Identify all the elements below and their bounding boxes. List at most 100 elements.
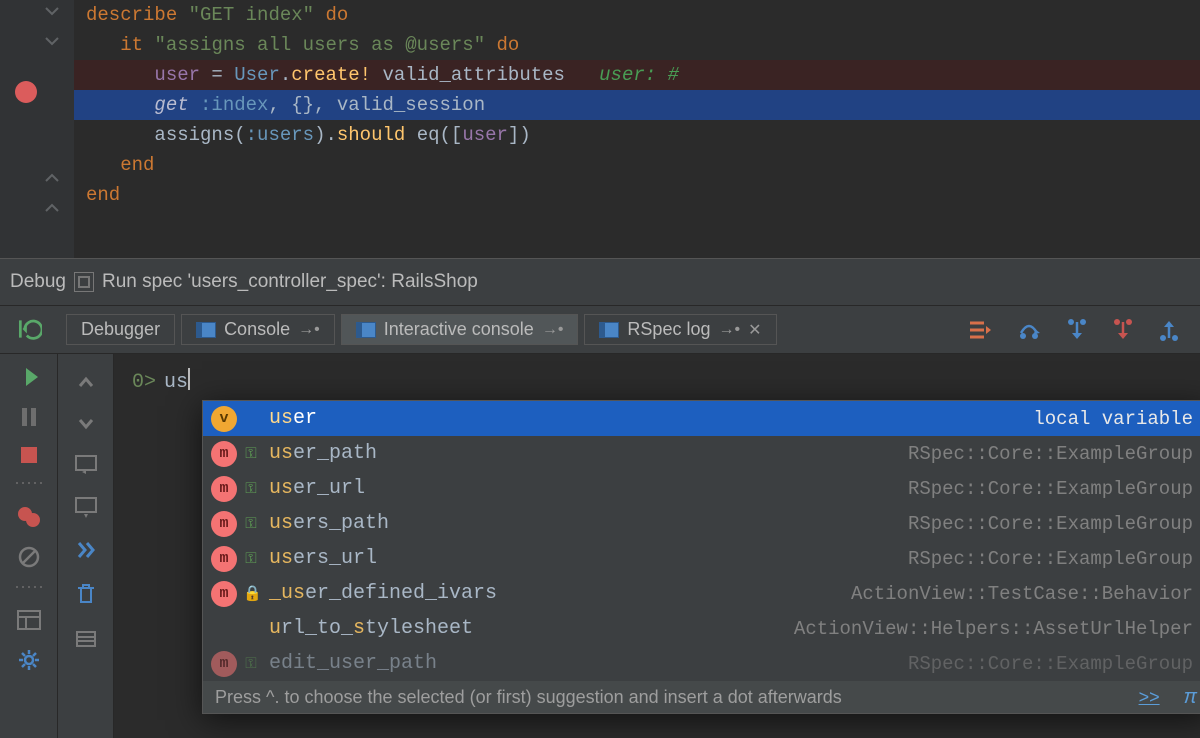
breakpoint-icon[interactable] <box>15 81 37 103</box>
history-down-icon[interactable] <box>77 414 95 432</box>
separator-icon <box>9 482 49 488</box>
scroll-to-end-icon[interactable] <box>74 496 98 518</box>
run-config-icon[interactable] <box>74 272 94 292</box>
completion-name: edit_user_path <box>269 652 908 675</box>
visibility-icon: ⚿ <box>243 515 259 533</box>
hint-text: Press ^. to choose the selected (or firs… <box>215 687 842 708</box>
code-line[interactable]: user = User.create! valid_attributes use… <box>74 60 1200 90</box>
completion-item[interactable]: m ⚿ users_pathRSpec::Core::ExampleGroup <box>203 506 1200 541</box>
execute-icon[interactable] <box>76 540 96 560</box>
step-over-icon[interactable] <box>1016 319 1042 341</box>
separator-icon <box>9 586 49 592</box>
fold-up-icon[interactable] <box>44 170 60 186</box>
completion-name: _user_defined_ivars <box>269 582 851 605</box>
interactive-console[interactable]: 0> us vuserlocal variablem⚿user_pathRSpe… <box>114 354 1200 738</box>
completion-item[interactable]: m⚿user_urlRSpec::Core::ExampleGroup <box>203 471 1200 506</box>
tab-icon <box>599 322 619 338</box>
pin-icon[interactable]: →• <box>542 321 564 339</box>
code-area[interactable]: describe "GET index" do it "assigns all … <box>74 0 1200 258</box>
completion-hint: RSpec::Core::ExampleGroup <box>908 653 1193 675</box>
browse-history-icon[interactable] <box>75 628 97 648</box>
completion-popup[interactable]: vuserlocal variablem⚿user_pathRSpec::Cor… <box>202 400 1200 714</box>
tab-label: Debugger <box>81 319 160 340</box>
stop-icon[interactable] <box>20 446 38 464</box>
method-kind-icon: m <box>211 581 237 607</box>
tab-console[interactable]: Console →• <box>181 314 335 345</box>
completion-hint: RSpec::Core::ExampleGroup <box>908 478 1193 500</box>
completion-item[interactable]: m🔒_user_defined_ivarsActionView::TestCas… <box>203 576 1200 611</box>
visibility-icon: ⚿ <box>243 445 259 463</box>
close-icon[interactable]: ✕ <box>748 320 761 340</box>
history-up-icon[interactable] <box>77 374 95 392</box>
pin-icon[interactable]: →• <box>718 321 740 339</box>
method-kind-icon: m <box>211 441 237 467</box>
method-kind-icon: m <box>211 476 237 502</box>
completion-hint: ActionView::Helpers::AssetUrlHelper <box>794 618 1193 640</box>
tool-window-header: DebuggerConsole→•Interactive console→•RS… <box>0 306 1200 354</box>
completion-item[interactable]: m⚿edit_user_pathRSpec::Core::ExampleGrou… <box>203 646 1200 681</box>
mute-breakpoints-icon[interactable] <box>18 546 40 568</box>
pin-icon[interactable]: →• <box>298 321 320 339</box>
code-line[interactable]: it "assigns all users as @users" do <box>74 30 1200 60</box>
completion-hint: RSpec::Core::ExampleGroup <box>908 443 1193 465</box>
completion-item[interactable]: m⚿users_urlRSpec::Core::ExampleGroup <box>203 541 1200 576</box>
left-tool-column-top <box>0 306 58 353</box>
tab-rspec-log[interactable]: RSpec log →• ✕ <box>584 314 776 345</box>
layout-settings-icon[interactable] <box>17 610 41 630</box>
tool-tabs: DebuggerConsole→•Interactive console→•RS… <box>58 306 968 353</box>
debug-toolbar: Debug Run spec 'users_controller_spec': … <box>0 258 1200 306</box>
completion-name: user <box>269 407 1033 430</box>
caret-icon <box>188 368 190 390</box>
debug-label: Debug <box>10 271 66 293</box>
fold-up-icon[interactable] <box>44 200 60 216</box>
step-out-icon[interactable] <box>1158 318 1180 342</box>
console-prompt[interactable]: 0> us <box>114 354 1200 402</box>
force-step-into-icon[interactable] <box>1112 318 1134 342</box>
soft-wrap-icon[interactable] <box>74 454 98 474</box>
code-line[interactable]: end <box>74 180 1200 210</box>
completion-item[interactable]: m ⚿ user_pathRSpec::Core::ExampleGroup <box>203 436 1200 471</box>
console-side-actions <box>58 354 114 738</box>
completion-name: users_url <box>269 547 908 570</box>
step-into-icon[interactable] <box>1066 318 1088 342</box>
run-config-name: Run spec 'users_controller_spec': RailsS… <box>102 271 478 293</box>
fold-down-icon[interactable] <box>44 33 60 49</box>
visibility-icon: ⚿ <box>243 655 259 673</box>
code-line[interactable]: get :index, {}, valid_session <box>74 90 1200 120</box>
tool-window-body: 0> us vuserlocal variablem⚿user_pathRSpe… <box>0 354 1200 738</box>
show-execution-point-icon[interactable] <box>968 319 992 341</box>
completion-name: url_to_stylesheet <box>269 617 794 640</box>
tab-label: Interactive console <box>384 319 534 340</box>
resume-icon[interactable] <box>19 366 39 388</box>
settings-gear-icon[interactable] <box>17 648 41 672</box>
hint-link[interactable]: >> <box>1139 687 1160 708</box>
tab-interactive-console[interactable]: Interactive console →• <box>341 314 579 345</box>
completion-item[interactable]: v userlocal variable <box>203 401 1200 436</box>
completion-hint: RSpec::Core::ExampleGroup <box>908 513 1193 535</box>
tab-icon <box>356 322 376 338</box>
variable-kind-icon: v <box>211 406 237 432</box>
pause-icon[interactable] <box>20 406 38 428</box>
clear-icon[interactable] <box>75 582 97 606</box>
tab-label: Console <box>224 319 290 340</box>
completion-name: users_path <box>269 512 908 535</box>
rerun-icon[interactable] <box>16 316 42 342</box>
completion-name: user_path <box>269 442 908 465</box>
code-line[interactable]: describe "GET index" do <box>74 0 1200 30</box>
debug-side-actions <box>0 354 58 738</box>
view-breakpoints-icon[interactable] <box>17 506 41 528</box>
visibility-icon: ⚿ <box>243 480 259 498</box>
code-line[interactable]: assigns(:users).should eq([user]) <box>74 120 1200 150</box>
tab-label: RSpec log <box>627 319 710 340</box>
pi-icon[interactable]: π <box>1184 686 1197 709</box>
completion-item[interactable]: url_to_stylesheetActionView::Helpers::As… <box>203 611 1200 646</box>
debug-actions <box>968 306 1200 353</box>
visibility-icon: 🔒 <box>243 584 259 603</box>
method-kind-icon: m <box>211 511 237 537</box>
tab-icon <box>196 322 216 338</box>
code-line[interactable]: end <box>74 150 1200 180</box>
completion-hint-bar: Press ^. to choose the selected (or firs… <box>203 681 1200 713</box>
tab-debugger[interactable]: Debugger <box>66 314 175 345</box>
fold-down-icon[interactable] <box>44 3 60 19</box>
completion-hint: local variable <box>1033 408 1193 430</box>
